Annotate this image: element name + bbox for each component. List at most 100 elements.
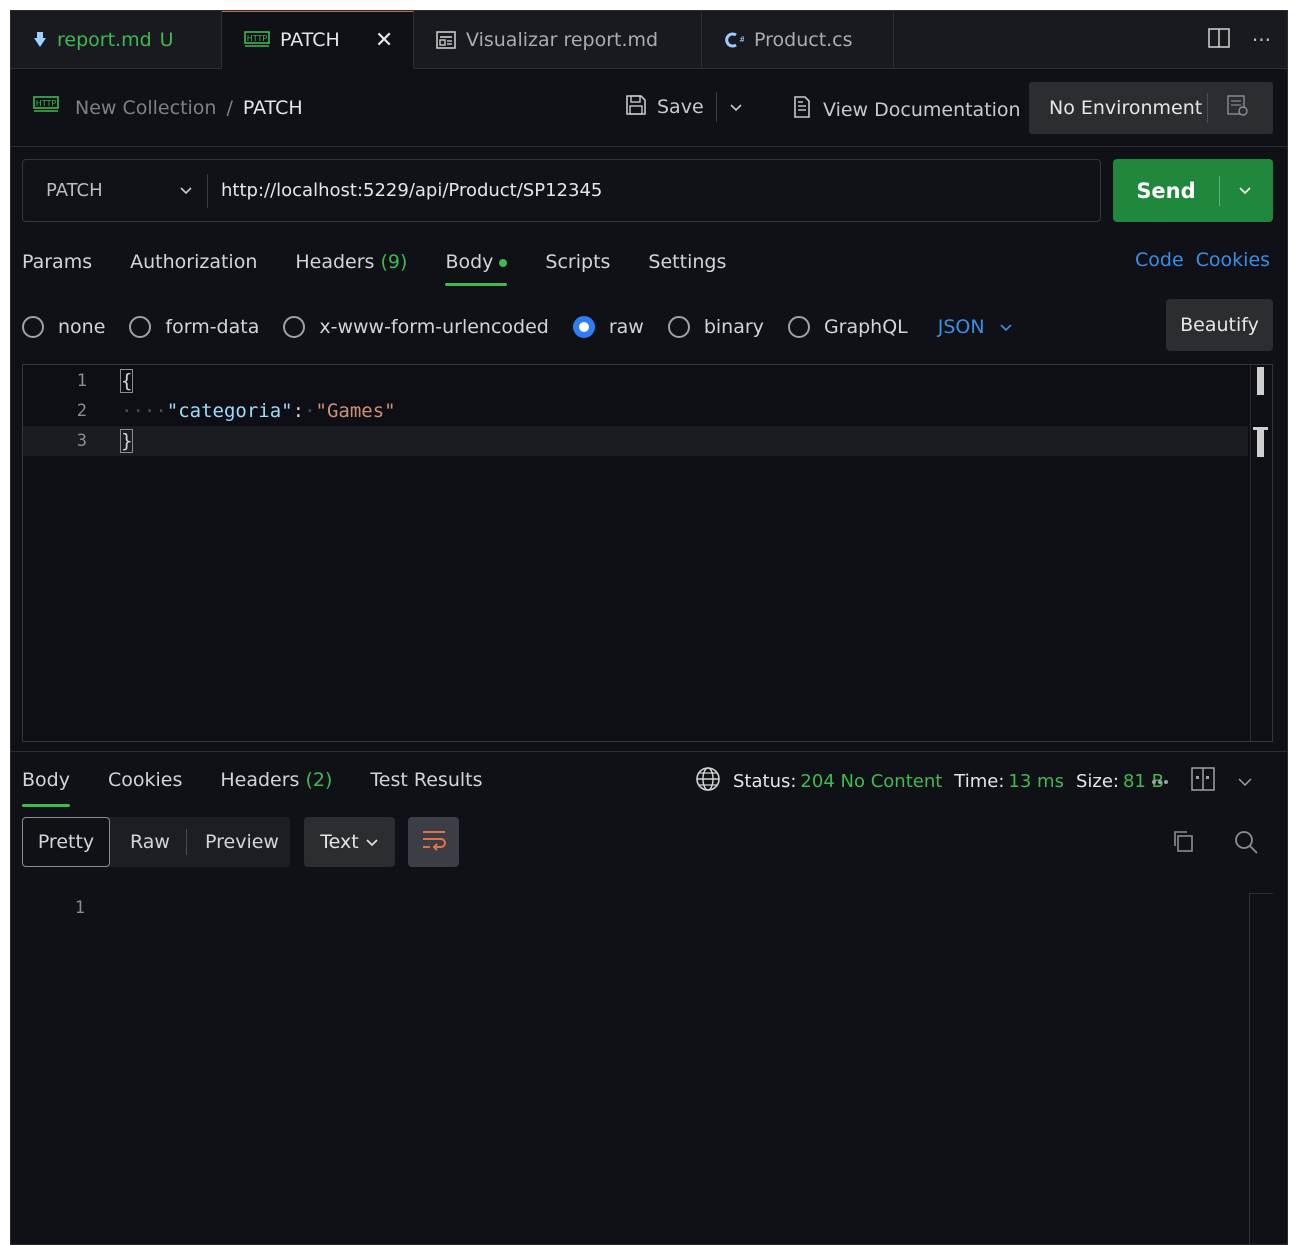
divider [1219, 175, 1220, 206]
tab-params[interactable]: Params [22, 249, 92, 289]
svg-text:#: # [739, 35, 744, 44]
editor-line: 2 ····"categoria":·"Games" [23, 396, 1248, 426]
tab-settings[interactable]: Settings [648, 249, 726, 289]
status-value[interactable]: 204 No Content [800, 771, 942, 792]
divider [715, 92, 717, 122]
tab-authorization[interactable]: Authorization [130, 249, 257, 289]
tab-headers[interactable]: Headers (9) [295, 249, 407, 289]
app-window: report.md U HTTP PATCH ✕ Visualizar repo… [10, 10, 1288, 1245]
radio-graphql[interactable]: GraphQL [787, 316, 908, 338]
split-editor-icon[interactable] [1208, 27, 1230, 53]
radio-circle [283, 316, 306, 338]
status-label: Status: [733, 770, 797, 792]
tab-label: Body [445, 251, 494, 273]
json-key: "categoria" [166, 400, 293, 422]
response-tabs: Body Cookies Headers (2) Test Results [22, 767, 482, 807]
tab-report-md[interactable]: report.md U [11, 11, 222, 69]
breadcrumb-collection[interactable]: New Collection [75, 97, 216, 119]
chevron-down-icon[interactable] [1238, 180, 1252, 201]
line-code: } [119, 429, 134, 453]
response-tab-test-results[interactable]: Test Results [370, 767, 482, 807]
response-tab-cookies[interactable]: Cookies [108, 767, 182, 807]
tab-product-cs[interactable]: # Product.cs [702, 11, 894, 69]
chevron-down-icon[interactable] [1237, 771, 1253, 792]
document-icon [793, 96, 811, 123]
request-tabs: Params Authorization Headers (9) Body Sc… [22, 249, 726, 289]
editor-line-current: 3 } [23, 426, 1248, 456]
chevron-down-icon [365, 831, 379, 853]
divider [1207, 93, 1208, 123]
view-preview-button[interactable]: Preview [187, 831, 279, 853]
view-documentation-button[interactable]: View Documentation [793, 96, 1021, 123]
line-code: ····"categoria":·"Games" [121, 400, 396, 422]
radio-form-data[interactable]: form-data [129, 316, 259, 338]
pane-divider[interactable] [11, 751, 1287, 752]
response-body-line: 1 [11, 893, 1241, 923]
tab-scripts[interactable]: Scripts [545, 249, 610, 289]
tab-body[interactable]: Body [445, 249, 508, 289]
chevron-down-icon [179, 180, 193, 201]
globe-icon[interactable] [695, 766, 721, 797]
method-label: PATCH [46, 180, 103, 201]
search-icon[interactable] [1233, 829, 1259, 860]
save-button[interactable]: Save [625, 92, 743, 122]
tab-preview-report[interactable]: Visualizar report.md [414, 11, 702, 69]
format-label: JSON [937, 316, 985, 338]
response-tab-headers[interactable]: Headers (2) [220, 767, 332, 807]
url-input[interactable]: http://localhost:5229/api/Product/SP1234… [221, 180, 602, 201]
response-scrollbar[interactable] [1249, 893, 1273, 1244]
more-actions-icon[interactable]: ··· [1252, 28, 1271, 52]
breadcrumb-separator: / [226, 96, 233, 119]
tab-label: Params [22, 251, 93, 273]
radio-raw[interactable]: raw [572, 316, 644, 338]
radio-binary[interactable]: binary [667, 316, 764, 338]
preview-icon [436, 31, 456, 49]
headers-count: (2) [305, 769, 333, 791]
breadcrumb-current[interactable]: PATCH [243, 97, 303, 119]
open-brace: { [119, 369, 134, 393]
tab-label: Scripts [545, 251, 611, 273]
tab-patch-request[interactable]: HTTP PATCH ✕ [222, 11, 414, 69]
radio-urlencoded[interactable]: x-www-form-urlencoded [283, 316, 549, 338]
format-label: Text [320, 831, 359, 853]
layout-toggle-icon[interactable] [1191, 767, 1215, 796]
environment-label: No Environment [1049, 97, 1203, 119]
network-icon[interactable] [1151, 771, 1169, 792]
tab-label: Headers [220, 769, 300, 791]
send-button[interactable]: Send [1113, 159, 1273, 222]
view-raw-button[interactable]: Raw [110, 831, 186, 853]
method-select[interactable]: PATCH [23, 180, 207, 201]
raw-format-select[interactable]: JSON [938, 316, 1013, 338]
tab-label: Headers [295, 251, 375, 273]
environment-selector[interactable]: No Environment [1029, 82, 1273, 134]
radio-circle [667, 316, 690, 338]
response-status-bar: Status: 204 No Content Time: 13 ms Size:… [695, 766, 1164, 797]
copy-icon[interactable] [1171, 829, 1195, 858]
beautify-button[interactable]: Beautify [1166, 299, 1273, 351]
radio-label: x-www-form-urlencoded [319, 316, 549, 338]
request-body-editor[interactable]: 1 { 2 ····"categoria":·"Games" 3 } [22, 364, 1273, 742]
tab-label: Authorization [130, 251, 258, 273]
editor-scrollbar[interactable] [1250, 365, 1272, 741]
json-value: "Games" [315, 400, 396, 422]
chevron-down-icon[interactable] [729, 96, 743, 118]
environment-quick-look-icon[interactable] [1226, 94, 1250, 123]
close-icon[interactable]: ✕ [375, 28, 393, 53]
cookies-link[interactable]: Cookies [1196, 249, 1270, 271]
tab-label: report.md [57, 29, 152, 51]
doc-label: View Documentation [823, 98, 1021, 121]
request-url-bar: PATCH http://localhost:5229/api/Product/… [22, 159, 1101, 222]
code-link[interactable]: Code [1135, 249, 1184, 271]
divider [207, 173, 208, 208]
response-tab-body[interactable]: Body [22, 767, 70, 807]
word-wrap-button[interactable] [408, 817, 459, 867]
chevron-down-icon [999, 316, 1013, 338]
time-value[interactable]: 13 ms [1008, 771, 1064, 792]
wrap-lines-icon [421, 828, 447, 857]
line-number: 1 [74, 898, 85, 918]
line-number: 3 [76, 431, 87, 451]
view-pretty-button[interactable]: Pretty [22, 817, 110, 867]
response-format-select[interactable]: Text [304, 817, 395, 867]
radio-none[interactable]: none [22, 316, 105, 338]
radio-label: GraphQL [823, 316, 908, 338]
